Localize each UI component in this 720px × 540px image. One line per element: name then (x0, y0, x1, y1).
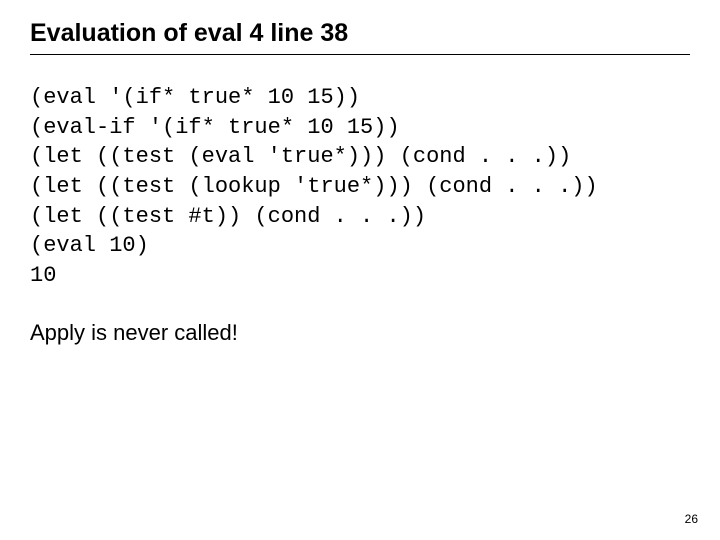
code-line: (eval '(if* true* 10 15)) (30, 85, 360, 110)
code-block: (eval '(if* true* 10 15)) (eval-if '(if*… (30, 83, 690, 291)
page-number: 26 (685, 512, 698, 526)
code-line: (eval 10) (30, 233, 149, 258)
code-line: 10 (30, 263, 56, 288)
title-underline (30, 54, 690, 55)
code-line: (let ((test #t)) (cond . . .)) (30, 204, 426, 229)
slide-title: Evaluation of eval 4 line 38 (30, 18, 690, 48)
code-line: (let ((test (eval 'true*))) (cond . . .)… (30, 144, 571, 169)
slide: Evaluation of eval 4 line 38 (eval '(if*… (0, 0, 720, 540)
code-line: (eval-if '(if* true* 10 15)) (30, 115, 400, 140)
code-line: (let ((test (lookup 'true*))) (cond . . … (30, 174, 598, 199)
note-text: Apply is never called! (30, 319, 690, 348)
